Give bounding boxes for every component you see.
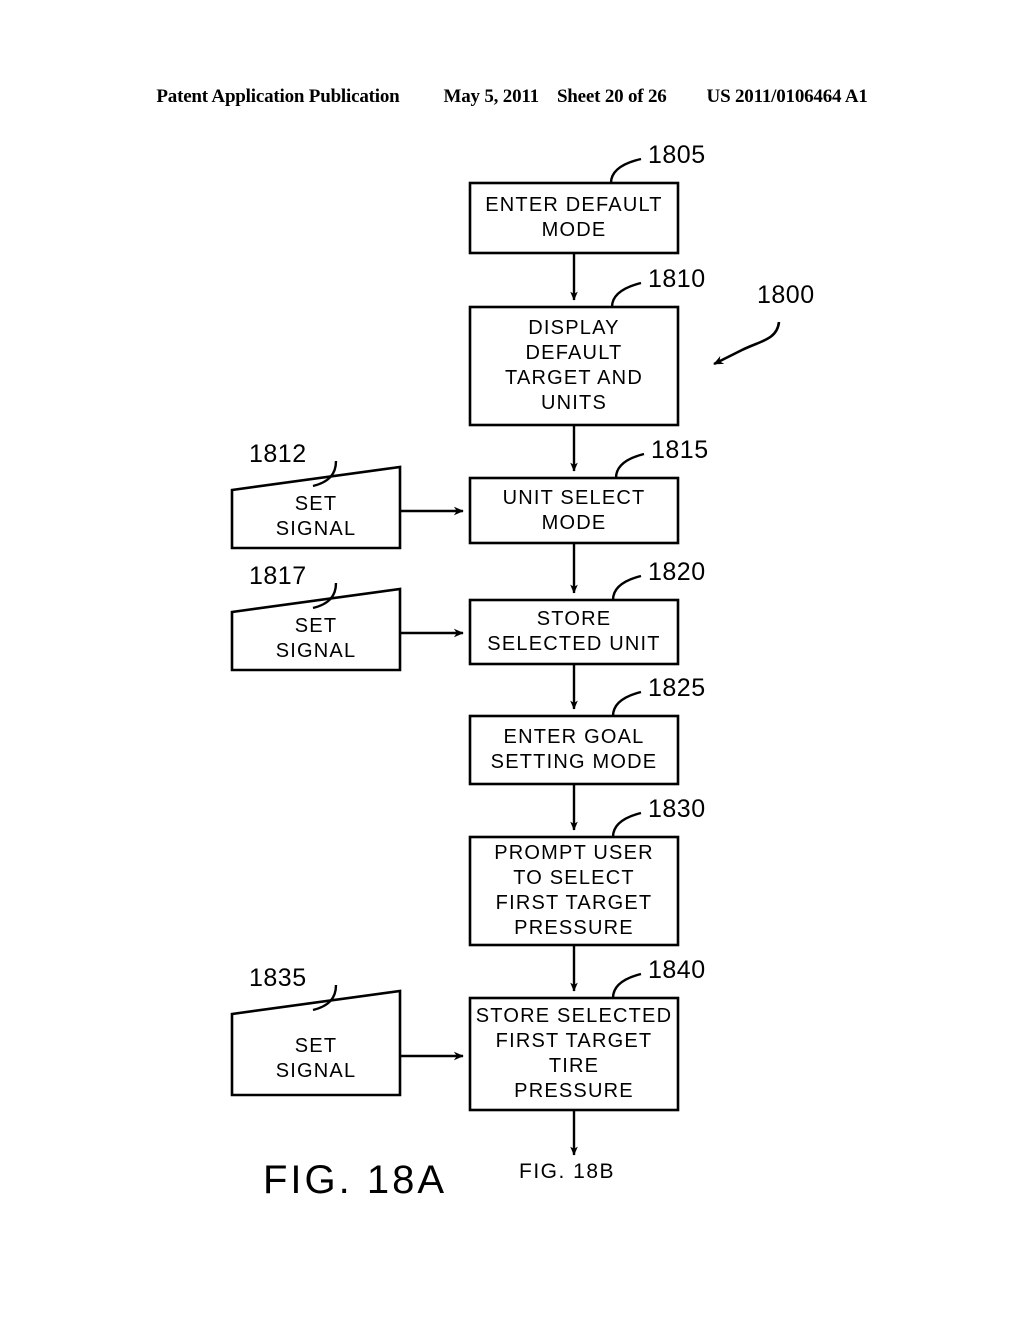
ref-numeral-1805: 1805 (648, 141, 706, 169)
node-box-1805 (468, 181, 680, 255)
ref-numeral-1840: 1840 (648, 956, 706, 984)
ref-numeral-1820: 1820 (648, 558, 706, 586)
leader-line-1815 (614, 452, 645, 479)
ref-numeral-1817: 1817 (249, 562, 307, 590)
node-box-1815 (468, 476, 680, 545)
node-box-1820 (468, 598, 680, 666)
node-box-1825 (468, 714, 680, 786)
ref-numeral-1835: 1835 (249, 964, 307, 992)
node-shape-1812 (230, 465, 402, 550)
node-shape-1835 (230, 989, 402, 1097)
node-box-1810 (468, 305, 680, 427)
ref-numeral-1800: 1800 (757, 281, 815, 309)
leader-line-1805 (609, 157, 642, 184)
leader-line-1830 (611, 811, 642, 838)
node-box-1840 (468, 996, 680, 1112)
figure-continuation-caption: FIG. 18B (519, 1160, 616, 1183)
patent-figure-18a: ENTER DEFAULT MODE DISPLAY DEFAULT TARGE… (0, 0, 1024, 1320)
ref-numeral-1810: 1810 (648, 265, 706, 293)
figure-vector-graphics (230, 157, 781, 1156)
ref-numeral-1830: 1830 (648, 795, 706, 823)
figure-caption: FIG. 18A (263, 1158, 448, 1202)
node-box-1830 (468, 835, 680, 947)
leader-line-1840 (611, 972, 642, 999)
ref-numeral-1825: 1825 (648, 674, 706, 702)
leader-line-1810 (610, 281, 642, 308)
leader-line-1825 (611, 690, 642, 717)
ref-numeral-1815: 1815 (651, 436, 709, 464)
leader-line-1820 (611, 574, 642, 601)
leader-arrow-1800 (713, 321, 781, 366)
node-shape-1817 (230, 587, 402, 672)
ref-numeral-1812: 1812 (249, 440, 307, 468)
